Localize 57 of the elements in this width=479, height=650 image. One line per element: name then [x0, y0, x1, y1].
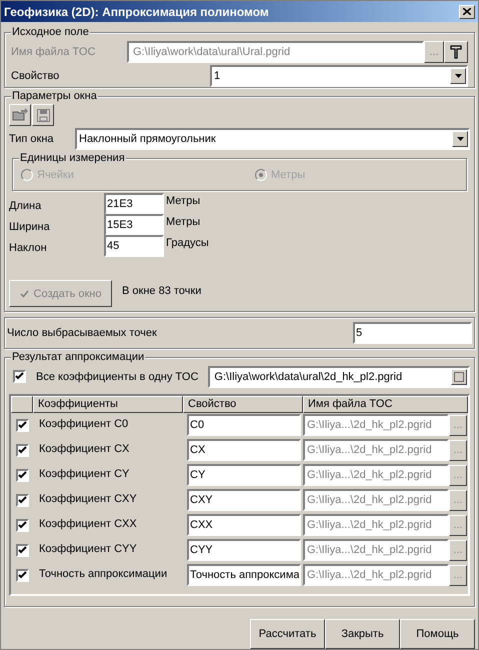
input-field[interactable]: CXY	[187, 489, 301, 512]
input-field[interactable]: 45	[104, 235, 164, 258]
table-cell: Коэффициент CX	[39, 442, 130, 455]
unit-label: Метры	[166, 215, 200, 230]
window-title: Геофизика (2D): Аппроксимация полиномом	[4, 4, 269, 20]
checkbox[interactable]	[16, 494, 28, 507]
table-cell: Коэффициент C0	[39, 418, 128, 430]
input-field[interactable]: CXX	[187, 514, 301, 536]
group-title: Исходное поле	[11, 25, 90, 39]
dialog-button[interactable]: Закрыть	[325, 619, 400, 649]
save-icon[interactable]	[32, 104, 54, 126]
check-icon	[20, 290, 28, 298]
table-cell: Точность аппроксимации	[39, 568, 168, 580]
column-header[interactable]: Имя файла TOC	[303, 396, 468, 413]
checkbox[interactable]	[16, 518, 28, 532]
input-field[interactable]: C0	[187, 414, 301, 436]
browse-icon[interactable]	[451, 368, 467, 385]
table-cell: Коэффициент CXY	[39, 492, 137, 505]
checkbox[interactable]	[16, 544, 28, 557]
field-label: Свойство	[11, 68, 60, 84]
field-label: Наклон	[9, 241, 48, 256]
input-field[interactable]: CY	[187, 464, 301, 486]
field-label: Ширина	[9, 220, 51, 236]
input-field[interactable]: 5	[353, 322, 472, 344]
unit-label: Градусы	[166, 236, 209, 252]
column-header[interactable]: Коэффициенты	[33, 396, 183, 413]
input-field[interactable]: 21E3	[104, 193, 164, 216]
table-cell: Коэффициент CY	[39, 468, 130, 480]
field-label: Имя файла TOC	[11, 44, 96, 60]
close-icon[interactable]	[459, 4, 475, 18]
group-title: Результат аппроксимации	[11, 350, 146, 364]
input-field[interactable]: 15E3	[104, 214, 164, 236]
field-label: Число выбрасываемых точек	[7, 326, 158, 341]
file-field[interactable]: G:\Iliya\work\data\ural\2d_hk_pl2.pgrid	[208, 366, 470, 388]
checkbox[interactable]	[16, 444, 28, 457]
checkbox[interactable]	[16, 418, 28, 432]
input-field[interactable]: CX	[187, 439, 301, 462]
table-cell: Коэффициент CXX	[39, 518, 137, 530]
input-field[interactable]: CYY	[187, 539, 301, 562]
checkbox-label: Все коэффициенты в одну TOC	[36, 370, 198, 384]
checkbox[interactable]	[16, 568, 28, 582]
table-cell: Коэффициент CYY	[39, 542, 137, 555]
points-info: В окне 83 точки	[122, 284, 202, 300]
checkbox[interactable]	[16, 468, 28, 482]
window-type-select[interactable]: Наклонный прямоугольник	[75, 128, 470, 150]
column-header[interactable]: Свойство	[183, 396, 303, 413]
field-label: Тип окна	[9, 132, 55, 148]
checkbox[interactable]	[13, 370, 26, 384]
dialog-button[interactable]: Рассчитать	[250, 619, 325, 649]
unit-label: Метры	[166, 194, 200, 210]
group-title: Единицы измерения	[19, 151, 126, 166]
open-folder-icon[interactable]	[9, 104, 31, 126]
field-label: Длина	[9, 199, 42, 214]
group-title: Параметры окна	[11, 89, 98, 104]
property-select[interactable]: 1	[210, 65, 468, 87]
dialog-button[interactable]: Помощь	[400, 619, 475, 649]
column-header[interactable]	[11, 396, 33, 413]
